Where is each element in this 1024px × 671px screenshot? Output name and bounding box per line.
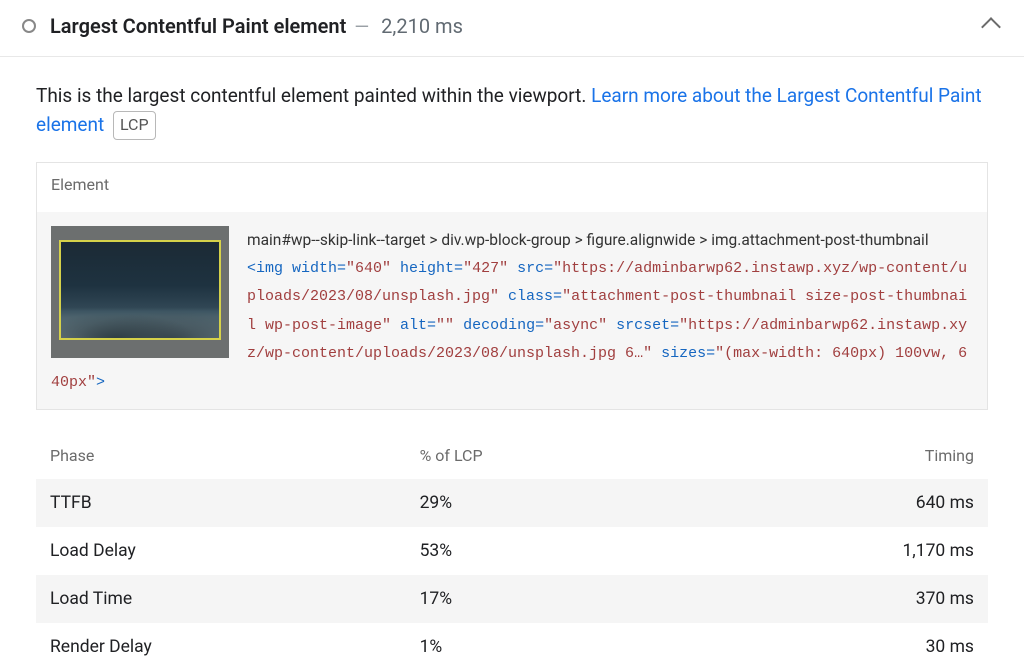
table-row: TTFB 29% 640 ms bbox=[36, 479, 988, 527]
phase-timing: 640 ms bbox=[697, 493, 974, 513]
phase-pct: 17% bbox=[420, 589, 697, 609]
table-row: Load Delay 53% 1,170 ms bbox=[36, 527, 988, 575]
description-lead: This is the largest contentful element p… bbox=[36, 84, 591, 107]
table-row: Load Time 17% 370 ms bbox=[36, 575, 988, 623]
phase-name: Load Time bbox=[50, 589, 420, 609]
phase-pct: 1% bbox=[420, 637, 697, 657]
phase-name: TTFB bbox=[50, 493, 420, 513]
lcp-badge: LCP bbox=[113, 111, 156, 140]
element-thumbnail[interactable] bbox=[51, 226, 229, 358]
phase-table: Phase % of LCP Timing TTFB 29% 640 ms Lo… bbox=[36, 432, 988, 671]
phase-pct: 29% bbox=[420, 493, 697, 513]
col-header-phase: Phase bbox=[50, 446, 420, 465]
phase-table-header-row: Phase % of LCP Timing bbox=[36, 432, 988, 479]
col-header-timing: Timing bbox=[697, 446, 974, 465]
element-card: Element main#wp--skip-link--target > div… bbox=[36, 162, 988, 410]
phase-name: Load Delay bbox=[50, 541, 420, 561]
phase-name: Render Delay bbox=[50, 637, 420, 657]
phase-timing: 30 ms bbox=[697, 637, 974, 657]
element-thumbnail-image bbox=[59, 240, 221, 340]
audit-header[interactable]: Largest Contentful Paint element — 2,210… bbox=[0, 0, 1024, 57]
phase-pct: 53% bbox=[420, 541, 697, 561]
element-card-header: Element bbox=[37, 163, 987, 212]
status-circle-icon bbox=[22, 19, 36, 33]
audit-timing: 2,210 ms bbox=[381, 14, 463, 38]
table-row: Render Delay 1% 30 ms bbox=[36, 623, 988, 671]
audit-title: Largest Contentful Paint element bbox=[50, 14, 346, 38]
separator: — bbox=[354, 15, 369, 38]
chevron-up-icon[interactable] bbox=[981, 17, 1001, 37]
audit-description: This is the largest contentful element p… bbox=[36, 81, 988, 140]
col-header-pct: % of LCP bbox=[420, 446, 697, 465]
phase-timing: 370 ms bbox=[697, 589, 974, 609]
phase-timing: 1,170 ms bbox=[697, 541, 974, 561]
